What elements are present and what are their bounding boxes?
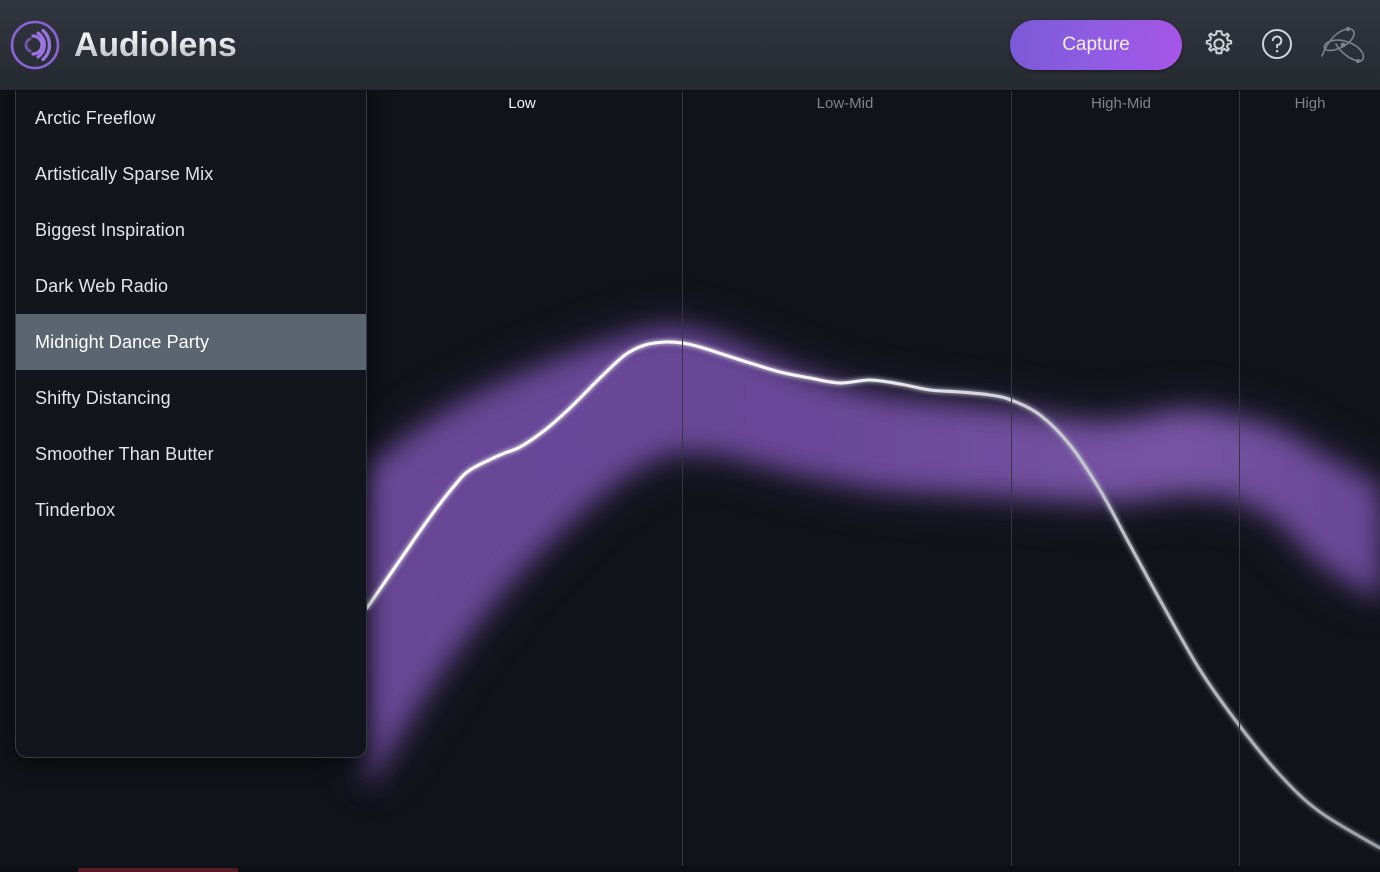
izotope-logo-icon xyxy=(1314,16,1372,74)
settings-button[interactable] xyxy=(1198,24,1240,66)
target-list-item[interactable]: Artistically Sparse Mix xyxy=(16,146,366,202)
target-list-item[interactable]: Arctic Freeflow xyxy=(16,90,366,146)
audiolens-wave-logo-icon xyxy=(8,18,62,72)
offscreen-content-sliver xyxy=(78,868,238,872)
question-circle-icon xyxy=(1260,27,1294,64)
gear-icon xyxy=(1202,27,1236,64)
help-button[interactable] xyxy=(1256,24,1298,66)
target-list-item[interactable]: Midnight Dance Party xyxy=(16,314,366,370)
audiolens-app-window: Audiolens Capture xyxy=(0,0,1380,872)
header-actions: Capture xyxy=(1010,16,1380,74)
app-header-bar: Audiolens Capture xyxy=(0,0,1380,91)
target-list-item[interactable]: Shifty Distancing xyxy=(16,370,366,426)
target-list-item[interactable]: Tinderbox xyxy=(16,482,366,538)
targets-panel: Targets Arctic FreeflowArtistically Spar… xyxy=(15,23,367,758)
app-title: Audiolens xyxy=(74,26,237,65)
targets-list[interactable]: Arctic FreeflowArtistically Sparse MixBi… xyxy=(16,88,366,538)
target-band-area xyxy=(367,329,1380,790)
target-list-item[interactable]: Smoother Than Butter xyxy=(16,426,366,482)
target-list-item[interactable]: Biggest Inspiration xyxy=(16,202,366,258)
bottom-edge-sliver xyxy=(0,866,1380,872)
brand-block: Audiolens xyxy=(0,18,237,72)
capture-button[interactable]: Capture xyxy=(1010,20,1182,70)
target-list-item[interactable]: Dark Web Radio xyxy=(16,258,366,314)
